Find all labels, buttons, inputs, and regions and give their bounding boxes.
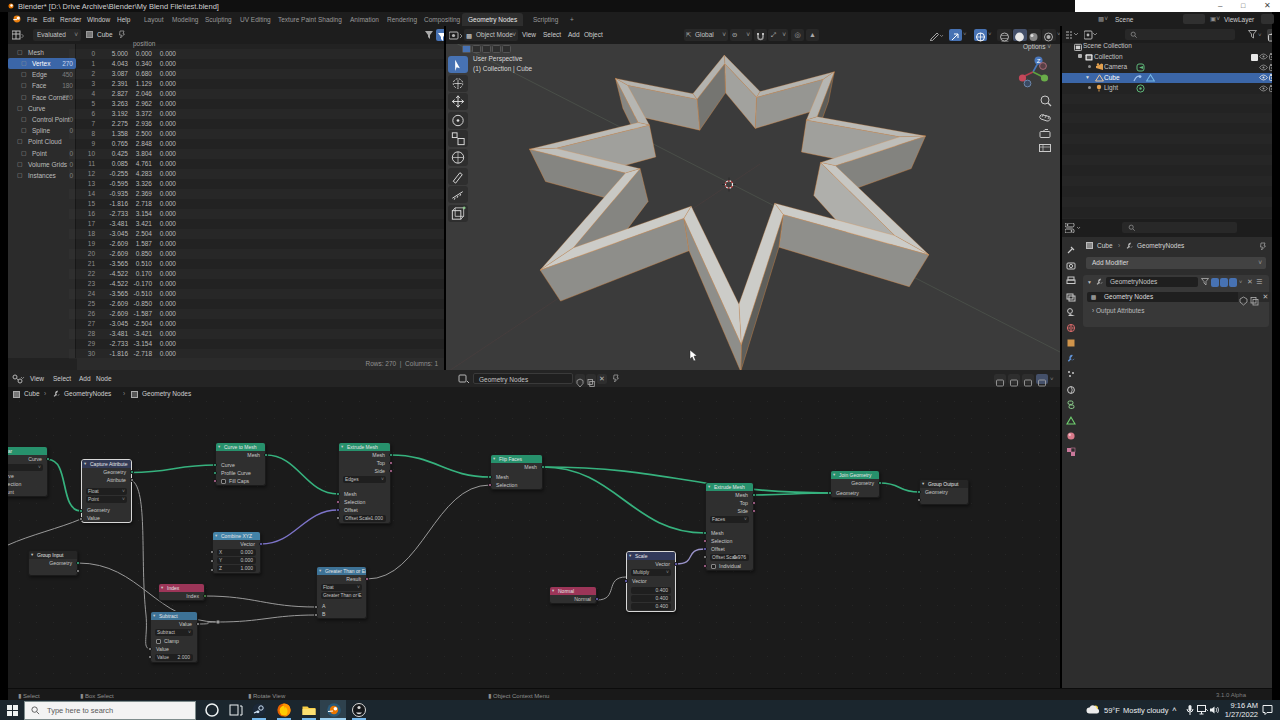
svg-text:Z: Z — [1037, 58, 1041, 64]
